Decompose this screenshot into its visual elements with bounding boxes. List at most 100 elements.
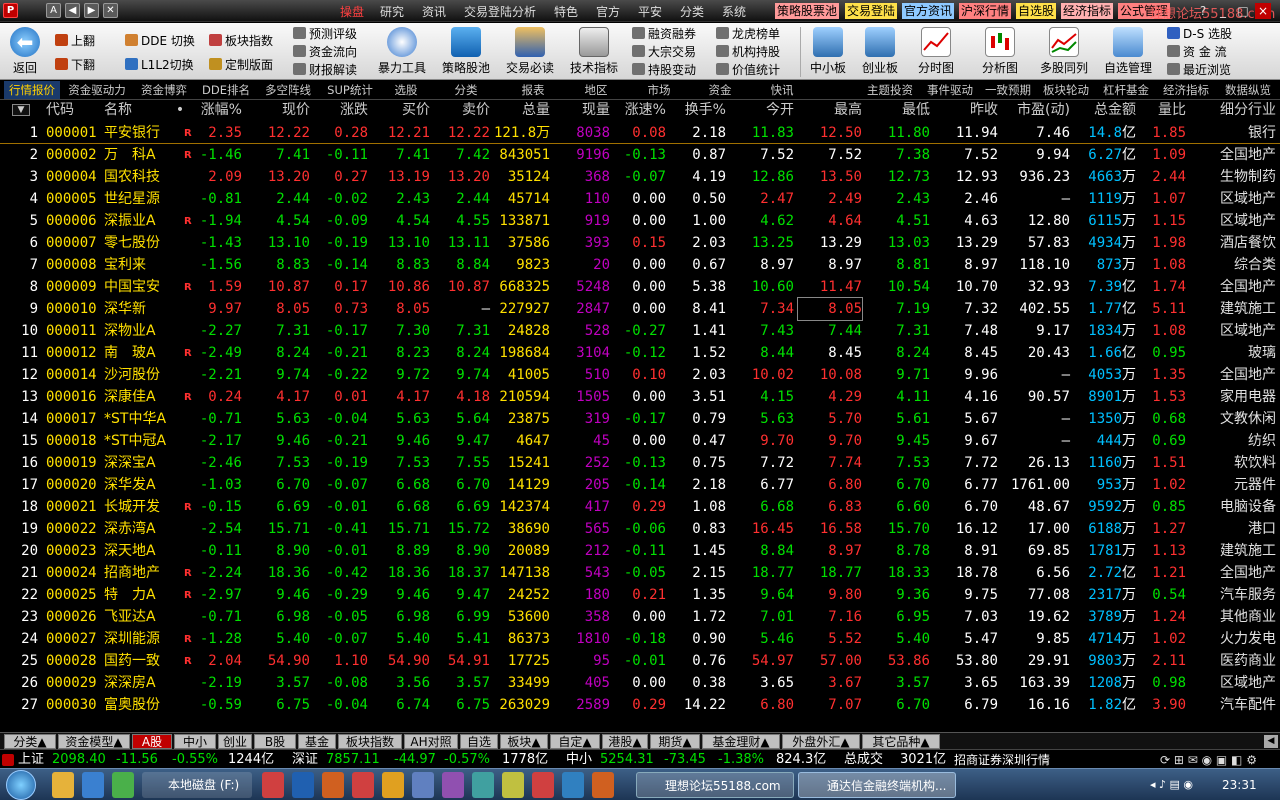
market-tab-15[interactable]: 外盘外汇▲: [782, 734, 860, 749]
quick-link-hs-quotes[interactable]: 沪深行情: [959, 3, 1012, 19]
market-tab-16[interactable]: 其它品种▲: [862, 734, 940, 749]
close-icon[interactable]: ×: [1255, 3, 1271, 19]
tab-3[interactable]: DDE排名: [198, 81, 254, 99]
column-header-0[interactable]: 代码: [46, 100, 96, 120]
market-tab-9[interactable]: 自选: [460, 734, 498, 749]
close-tool-icon[interactable]: ✕: [103, 3, 118, 18]
market-tab-3[interactable]: 中小: [174, 734, 216, 749]
menu-pingan[interactable]: 平安: [638, 3, 662, 20]
table-row[interactable]: 26 000029 深深房A -2.19 3.57 -0.08 3.56 3.57 33499 4…: [0, 672, 1280, 694]
quick-link-watchlist[interactable]: 自选股: [1016, 3, 1057, 19]
market-tab-14[interactable]: 基金理财▲: [702, 734, 780, 749]
chinext-button[interactable]: 创业板: [852, 25, 908, 79]
forward-arrow-icon[interactable]: ▶: [84, 3, 99, 18]
minimize-icon[interactable]: _: [1215, 3, 1231, 19]
market-tab-8[interactable]: AH对照: [404, 734, 458, 749]
fund-flow-button[interactable]: 资金流向: [293, 43, 357, 61]
taskbar-tdx-window[interactable]: 通达信金融终端机构...: [798, 772, 956, 798]
menu-trade-login-analysis[interactable]: 交易登陆分析: [464, 3, 536, 20]
multi-stock-button[interactable]: 多股同列: [1036, 25, 1092, 79]
tab-2[interactable]: 资金博弈: [134, 81, 194, 99]
tab-7[interactable]: 分类: [440, 81, 492, 99]
market-tab-7[interactable]: 板块指数: [338, 734, 402, 749]
ie-taskbar-icon[interactable]: [82, 772, 104, 798]
table-row[interactable]: 13 000016 深康佳A R 0.24 4.17 0.01 4.17 4.18 210594 1…: [0, 386, 1280, 408]
tab-12[interactable]: 快讯: [752, 81, 812, 99]
l1l2-switch-button[interactable]: L1L2切换: [125, 56, 194, 74]
app-taskbar-icon[interactable]: [502, 772, 524, 798]
tab-1[interactable]: 资金驱动力: [64, 81, 130, 99]
column-header-11[interactable]: 换手%: [670, 100, 726, 120]
menu-category[interactable]: 分类: [680, 3, 704, 20]
column-header-13[interactable]: 最高: [798, 100, 862, 120]
tab-8[interactable]: 报表: [500, 81, 566, 99]
margin-trading-button[interactable]: 融资融券: [632, 25, 696, 43]
sme-board-button[interactable]: 中小板: [800, 25, 856, 79]
column-header-16[interactable]: 市盈(动): [1004, 100, 1070, 120]
tab-13[interactable]: [820, 81, 856, 99]
table-row[interactable]: 16 000019 深深宝A -2.46 7.53 -0.19 7.53 7.55 15241 2…: [0, 452, 1280, 474]
table-row[interactable]: 8 000009 中国宝安 R 1.59 10.87 0.17 10.86 10.87 66832…: [0, 276, 1280, 298]
column-header-3[interactable]: 涨幅%: [190, 100, 242, 120]
table-row[interactable]: 6 000007 零七股份 -1.43 13.10 -0.19 13.10 13.11 3758…: [0, 232, 1280, 254]
app-logo-icon[interactable]: P: [3, 3, 18, 18]
menu-special[interactable]: 特色: [554, 3, 578, 20]
power-tools-button[interactable]: 暴力工具: [374, 25, 430, 79]
column-header-15[interactable]: 昨收: [934, 100, 998, 120]
app-taskbar-icon[interactable]: [112, 772, 134, 798]
block-trade-button[interactable]: 大宗交易: [632, 43, 696, 61]
app-taskbar-icon[interactable]: [262, 772, 284, 798]
column-header-17[interactable]: 总金额: [1076, 100, 1136, 120]
table-row[interactable]: 25 000028 国药一致 R 2.04 54.90 1.10 54.90 54.91 1772…: [0, 650, 1280, 672]
forecast-rating-button[interactable]: 预测评级: [293, 25, 357, 43]
tab-11[interactable]: 资金: [694, 81, 746, 99]
trading-guide-button[interactable]: 交易必读: [502, 25, 558, 79]
menu-trade[interactable]: 操盘: [340, 3, 364, 20]
tab-20[interactable]: 数据纵览: [1220, 81, 1276, 99]
table-row[interactable]: 2 000002 万 科A R -1.46 7.41 -0.11 7.41 7.42 843051…: [0, 144, 1280, 166]
app-taskbar-icon[interactable]: [412, 772, 434, 798]
menu-research[interactable]: 研究: [380, 3, 404, 20]
table-row[interactable]: 14 000017 *ST中华A -0.71 5.63 -0.04 5.63 5.64 2387…: [0, 408, 1280, 430]
column-header-1[interactable]: 名称: [104, 100, 164, 120]
back-arrow-icon[interactable]: ◀: [65, 3, 80, 18]
market-tab-1[interactable]: 资金模型▲: [58, 734, 130, 749]
column-header-12[interactable]: 今开: [730, 100, 794, 120]
market-tab-12[interactable]: 港股▲: [602, 734, 648, 749]
tab-19[interactable]: 经济指标: [1158, 81, 1214, 99]
market-tab-4[interactable]: 创业: [218, 734, 252, 749]
tab-17[interactable]: 板块轮动: [1040, 81, 1092, 99]
quick-link-official-news[interactable]: 官方资讯: [902, 3, 955, 19]
watchlist-manage-button[interactable]: 自选管理: [1100, 25, 1156, 79]
market-tab-5[interactable]: B股: [254, 734, 296, 749]
table-row[interactable]: 7 000008 宝利来 -1.56 8.83 -0.14 8.83 8.84 9823 20 0.…: [0, 254, 1280, 276]
tech-indicator-button[interactable]: 技术指标: [566, 25, 622, 79]
quick-link-econ-indicators[interactable]: 经济指标: [1061, 3, 1114, 19]
financial-report-button[interactable]: 财报解读: [293, 61, 357, 79]
table-row[interactable]: 21 000024 招商地产 R -2.24 18.36 -0.42 18.36 18.37 14…: [0, 562, 1280, 584]
status-tray-icons[interactable]: ⟳ ⊞ ✉ ◉ ▣ ◧ ⚙: [1160, 751, 1257, 769]
table-row[interactable]: 12 000014 沙河股份 -2.21 9.74 -0.22 9.72 9.74 41005 5…: [0, 364, 1280, 386]
dde-switch-button[interactable]: DDE 切换: [125, 32, 195, 50]
column-header-4[interactable]: 现价: [250, 100, 310, 120]
table-row[interactable]: 1 000001 平安银行 R 2.35 12.22 0.28 12.21 12.22 121.8…: [0, 122, 1280, 144]
market-tab-11[interactable]: 自定▲: [550, 734, 600, 749]
market-tab-0[interactable]: 分类▲: [4, 734, 56, 749]
maximize-icon[interactable]: □: [1235, 3, 1251, 19]
table-row[interactable]: 3 000004 国农科技 2.09 13.20 0.27 13.19 13.20 35124 3…: [0, 166, 1280, 188]
dragon-tiger-button[interactable]: 龙虎榜单: [716, 25, 780, 43]
tab-16[interactable]: 一致预期: [982, 81, 1034, 99]
custom-layout-button[interactable]: 定制版面: [209, 56, 273, 74]
column-header-5[interactable]: 涨跌: [316, 100, 368, 120]
back-button[interactable]: ⬅ 返回: [4, 25, 46, 79]
table-row[interactable]: 23 000026 飞亚达A -0.71 6.98 -0.05 6.98 6.99 53600 3…: [0, 606, 1280, 628]
table-row[interactable]: 18 000021 长城开发 R -0.15 6.69 -0.01 6.68 6.69 14237…: [0, 496, 1280, 518]
tab-18[interactable]: 杠杆基金: [1098, 81, 1154, 99]
intraday-chart-button[interactable]: 分时图: [908, 25, 964, 79]
holding-change-button[interactable]: 持股变动: [632, 61, 696, 79]
analysis-chart-button[interactable]: 分析图: [972, 25, 1028, 79]
taskbar-forum-window[interactable]: 理想论坛55188.com: [636, 772, 794, 798]
tab-4[interactable]: 多空阵线: [258, 81, 318, 99]
table-row[interactable]: 17 000020 深华发A -1.03 6.70 -0.07 6.68 6.70 14129 2…: [0, 474, 1280, 496]
market-tab-13[interactable]: 期货▲: [650, 734, 700, 749]
